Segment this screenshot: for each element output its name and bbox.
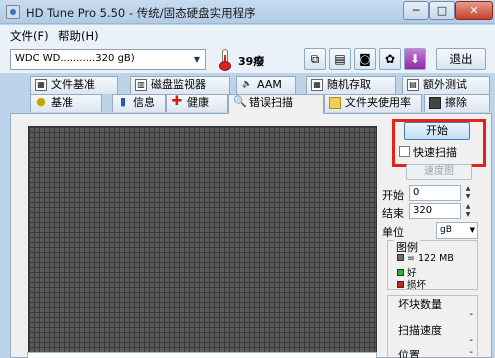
scan-speed-label: 扫描速度 — [398, 324, 442, 337]
menu-file[interactable]: 文件(F) — [10, 28, 49, 44]
quick-scan-label: 快速扫描 — [413, 146, 457, 159]
file-benchmark-icon: ▦ — [35, 79, 47, 91]
start-field-label: 开始 — [382, 189, 404, 202]
tab-row-top: ▦ 文件基准 ▥ 磁盘监视器 🔈 AAM ▦ 随机存取 ▤ 额外测试 — [0, 76, 495, 95]
close-button[interactable]: ✕ — [455, 1, 493, 20]
damaged-blocks-value: - — [469, 309, 473, 320]
health-icon: ✚ — [171, 94, 183, 109]
error-scan-icon: 🔍 — [233, 95, 247, 108]
maximize-button[interactable]: □ — [429, 1, 455, 20]
temperature-readout: 39癈 — [238, 55, 265, 68]
exit-button[interactable]: 退出 — [436, 48, 486, 70]
position-value: - — [469, 347, 473, 358]
legend-box: 图例 = 122 MB 好 损坏 — [387, 239, 478, 291]
speed-map-button[interactable]: 速度图 — [406, 164, 472, 180]
start-spinner[interactable]: ▲ ▼ — [463, 185, 473, 201]
minimize-button[interactable]: ─ — [403, 1, 429, 20]
chevron-down-icon: ▼ — [193, 55, 201, 64]
error-scan-panel: 开始 快速扫描 速度图 开始 0 ▲ ▼ 结束 320 ▲ ▼ 单位 gB ▼ 图例… — [10, 113, 492, 358]
tab-file-benchmark[interactable]: ▦ 文件基准 — [30, 76, 118, 94]
unit-select-value: gB — [440, 225, 452, 235]
drive-select-value: WDC WD...........320 gB) — [15, 53, 135, 64]
download-icon[interactable]: ⬇ — [404, 48, 426, 70]
toolbar: WDC WD...........320 gB) ▼ 39癈 ⧉ ▤ ◙ ✿ ⬇… — [0, 45, 495, 73]
camera-icon[interactable]: ◙ — [354, 48, 376, 70]
scan-speed-value: - — [469, 335, 473, 346]
legend-damaged: 损坏 — [397, 277, 426, 291]
tab-disk-monitor[interactable]: ▥ 磁盘监视器 — [130, 76, 230, 94]
start-button[interactable]: 开始 — [404, 122, 470, 140]
end-spinner[interactable]: ▲ ▼ — [463, 203, 473, 219]
tab-error-scan[interactable]: 🔍 错误扫描 — [228, 94, 324, 114]
stats-box: 坏块数量 - 扫描速度 - 位置 - — [387, 295, 478, 358]
tab-extra-tests[interactable]: ▤ 额外测试 — [402, 76, 490, 94]
benchmark-icon: ● — [36, 95, 46, 108]
tab-erase[interactable]: 擦除 — [424, 94, 490, 112]
random-access-icon: ▦ — [311, 79, 323, 91]
progress-bar — [27, 352, 377, 358]
tab-folder-usage[interactable]: 文件夹使用率 — [324, 94, 422, 112]
start-field[interactable]: 0 — [409, 185, 461, 201]
extra-tests-icon: ▤ — [407, 79, 419, 91]
tab-health[interactable]: ✚ 健康 — [166, 94, 228, 112]
position-label: 位置 — [398, 349, 420, 358]
end-field-label: 结束 — [382, 207, 404, 220]
tab-row-bottom: ● 基准 ▮ 信息 ✚ 健康 🔍 错误扫描 文件夹使用率 擦除 — [0, 94, 495, 114]
menu-help[interactable]: 帮助(H) — [58, 28, 99, 44]
title-bar: HD Tune Pro 5.50 - 传统/固态硬盘实用程序 ─ □ ✕ — [0, 0, 495, 24]
copy-icon[interactable]: ⧉ — [304, 48, 326, 70]
info-icon: ▮ — [119, 95, 127, 108]
drive-select[interactable]: WDC WD...........320 gB) ▼ — [10, 49, 206, 70]
disk-monitor-icon: ▥ — [135, 79, 147, 91]
legend-good-swatch — [397, 269, 404, 276]
checkbox-icon — [399, 146, 410, 157]
damaged-blocks-label: 坏块数量 — [398, 298, 442, 311]
thermometer-icon — [216, 49, 234, 71]
quick-scan-checkbox[interactable]: 快速扫描 — [399, 144, 457, 160]
window-title: HD Tune Pro 5.50 - 传统/固态硬盘实用程序 — [26, 6, 256, 20]
legend-damaged-swatch — [397, 281, 404, 288]
options-icon[interactable]: ✿ — [379, 48, 401, 70]
tab-aam[interactable]: 🔈 AAM — [236, 76, 296, 94]
folder-usage-icon — [329, 97, 341, 109]
unit-label: 单位 — [382, 226, 404, 239]
erase-icon — [429, 97, 441, 109]
legend-block-size: = 122 MB — [397, 253, 454, 264]
tab-random-access[interactable]: ▦ 随机存取 — [306, 76, 396, 94]
end-field[interactable]: 320 — [409, 203, 461, 219]
unit-select[interactable]: gB ▼ — [436, 222, 478, 239]
chevron-down-icon: ▼ — [469, 226, 475, 234]
tab-info[interactable]: ▮ 信息 — [112, 94, 166, 112]
save-icon[interactable]: ▤ — [329, 48, 351, 70]
app-icon — [6, 5, 20, 19]
legend-block-swatch — [397, 254, 404, 261]
scan-block-map — [28, 126, 377, 358]
menu-bar: 文件(F) 帮助(H) — [0, 25, 495, 45]
aam-icon: 🔈 — [242, 79, 252, 88]
tab-benchmark[interactable]: ● 基准 — [30, 94, 102, 112]
